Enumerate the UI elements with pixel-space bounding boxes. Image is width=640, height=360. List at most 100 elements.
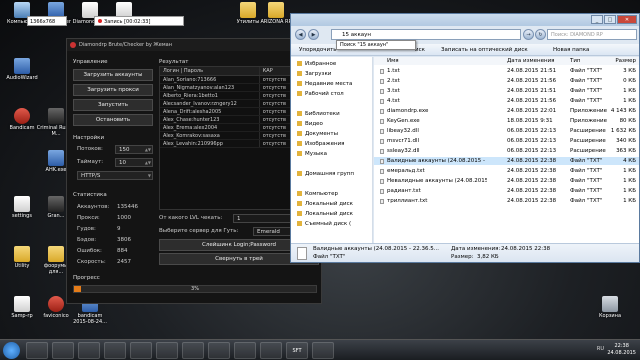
file-type: Файл "TXT" [570,78,603,84]
details-name: Валидные аккаунты (24.08.2015 - 22.36.5.… [313,246,439,252]
nav-item[interactable]: Документы [297,130,338,138]
file-row[interactable]: KeyGen.exe 18.08.2015 9:31 Приложение 80 КБ [374,117,639,125]
taskbar-item[interactable] [104,342,126,359]
share-menu[interactable]: иск [415,44,425,56]
stat-value: 884 [117,248,128,254]
taskbar-item[interactable] [78,342,100,359]
search-placeholder: Поиск: DIAMOND RP [551,32,603,38]
proxy-type-select[interactable]: HTTP/S ▼ [77,171,153,180]
file-date: 06.08.2015 22:13 [507,128,557,134]
file-row[interactable]: триллиант.txt 24.08.2015 22:38 Файл "TXT" 1… [374,197,639,205]
taskbar-item[interactable] [182,342,204,359]
forward-button[interactable]: ▶ [308,29,319,40]
stat-row: Ошибок: 884 [77,248,128,254]
start-button[interactable] [3,342,20,359]
file-row[interactable]: Невалидные аккаунты (24.08.2015 - 22.36.… [374,177,639,185]
file-row[interactable]: емеральд.txt 24.08.2015 22:38 Файл "TXT" 1 … [374,167,639,175]
nav-item[interactable]: Локальный диск [297,200,353,208]
address-bar[interactable]: 15 аккаун [331,29,521,40]
clock[interactable]: 22:38 24.08.2015 [607,343,636,357]
column-name[interactable]: Имя [387,57,487,65]
load-proxy-button[interactable]: Загрузить прокси [73,84,153,96]
stat-row: Бэдов: 3806 [77,237,131,243]
nav-item-label: Изображения [305,141,345,147]
file-row[interactable]: 1.txt 24.08.2015 21:51 Файл "TXT" 3 КБ [374,67,639,75]
spin-arrows-icon[interactable]: ▲▼ [145,159,151,167]
file-size: 1 КБ [623,168,636,174]
file-row[interactable]: msvcr71.dll 06.08.2015 22:13 Расширение пр… [374,137,639,145]
taskbar-item[interactable] [156,342,178,359]
recording-status[interactable]: Запись [00:02:33] [94,16,184,26]
doc-icon [14,296,30,312]
result-login: Alan_Nigmatzyanov:alan123 [163,85,235,91]
taskbar-item[interactable] [130,342,152,359]
file-name: diamondrp.exe [387,108,429,114]
tray-lang[interactable]: RU [597,346,604,352]
desktop-icon[interactable]: Корзина [590,296,630,319]
column-type[interactable]: Тип [570,57,608,65]
nav-item[interactable]: Локальный диск [297,210,353,218]
progress-header: Прогресс [73,275,100,281]
new-folder-button[interactable]: Новая папка [553,44,589,56]
column-size[interactable]: Размер [610,57,636,65]
details-type: Файл "TXT" [313,254,346,260]
taskbar-item[interactable] [26,342,48,359]
file-date: 24.08.2015 21:56 [507,78,557,84]
nav-item[interactable]: Компьютер [297,190,338,198]
start-button[interactable]: Запустить [73,99,153,111]
folder-icon [268,2,284,18]
column-login-password[interactable]: Логин | Пароль [160,67,259,75]
chevron-down-icon[interactable]: ▼ [148,172,151,180]
nav-item[interactable]: Библиотеки [297,110,340,118]
timeout-input[interactable]: 10 ▲▼ [115,158,153,167]
disk-icon [297,221,302,226]
file-row[interactable]: ssleay32.dll 06.08.2015 22:13 Расширение п… [374,147,639,155]
organize-menu[interactable]: Упорядочить [299,44,337,56]
nav-item[interactable]: Загрузки [297,70,331,78]
nav-item[interactable]: Недавние места [297,80,352,88]
go-button[interactable]: → [523,29,534,40]
file-size: 340 КБ [616,138,636,144]
nav-item[interactable]: Избранное [297,60,336,68]
spin-arrows-icon[interactable]: ▲▼ [145,146,151,154]
load-accounts-button[interactable]: Загрузить аккаунты [73,69,153,81]
nav-item[interactable]: Съемный диск ( [297,220,351,228]
taskbar-item[interactable] [52,342,74,359]
file-name: libeay32.dll [387,128,419,134]
taskbar-item[interactable] [260,342,282,359]
burn-disc-button[interactable]: Записать на оптический диск [441,44,528,56]
nav-item[interactable]: Домашняя групп [297,170,354,178]
taskbar-item[interactable] [234,342,256,359]
stop-button[interactable]: Остановить [73,114,153,126]
file-row[interactable]: 2.txt 24.08.2015 21:56 Файл "TXT" 0 КБ [374,77,639,85]
maximize-button[interactable]: □ [604,15,616,24]
address-suggestion[interactable]: Поиск "15 аккаун" [336,40,416,50]
file-row[interactable]: радиант.txt 24.08.2015 22:38 Файл "TXT" 1 К… [374,187,639,195]
search-input[interactable]: Поиск: DIAMOND RP [547,29,637,40]
taskbar-item[interactable]: SFT [286,342,308,359]
minimize-button[interactable]: _ [591,15,603,24]
nav-item[interactable]: Изображения [297,140,344,148]
column-date[interactable]: Дата изменения [507,57,567,65]
nav-item[interactable]: Видео [297,120,323,128]
threads-input[interactable]: 150 ▲▼ [115,145,153,154]
stat-value: 1000 [117,215,131,221]
refresh-button[interactable]: ↻ [535,29,546,40]
file-row[interactable]: libeay32.dll 06.08.2015 22:13 Расширение п… [374,127,639,135]
result-login: Alex_Erema:alex2004 [163,125,218,131]
file-row[interactable]: Валидные аккаунты (24.08.2015 - 22.36.5.… [374,157,639,165]
file-row[interactable]: 4.txt 24.08.2015 21:56 Файл "TXT" 1 КБ [374,97,639,105]
taskbar-item[interactable] [312,342,334,359]
file-row[interactable]: 3.txt 24.08.2015 21:51 Файл "TXT" 1 КБ [374,87,639,95]
desktop-icon[interactable]: AudioWizard [2,58,42,81]
close-button[interactable]: ✕ [617,15,637,24]
file-list-header: Имя Дата изменения Тип Размер [374,57,639,65]
progress-bar: 3% [73,285,317,293]
back-button[interactable]: ◀ [295,29,306,40]
nav-item[interactable]: Рабочий стол [297,90,344,98]
taskbar-item[interactable] [208,342,230,359]
brute-title: Diamondrp Brute/Checker by Жеман [79,42,172,48]
nav-item[interactable]: Музыка [297,150,327,158]
explorer-titlebar: _ □ ✕ [291,14,639,26]
file-row[interactable]: diamondrp.exe 24.08.2015 22:01 Приложение 4… [374,107,639,115]
